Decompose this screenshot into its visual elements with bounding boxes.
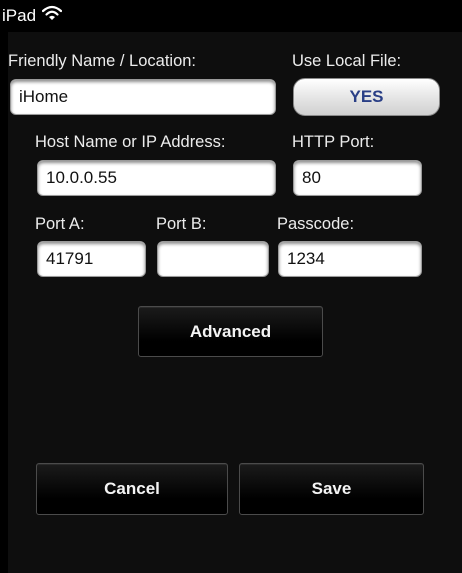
status-bar: iPad <box>0 0 462 32</box>
port-b-label: Port B: <box>156 215 207 233</box>
port-b-field[interactable] <box>157 241 269 277</box>
device-name: iPad <box>2 6 37 25</box>
use-local-file-label: Use Local File: <box>292 52 402 70</box>
cancel-button[interactable]: Cancel <box>36 463 228 515</box>
port-a-field[interactable] <box>37 241 146 277</box>
host-label: Host Name or IP Address: <box>35 133 226 151</box>
passcode-field[interactable] <box>278 241 422 277</box>
http-port-field[interactable] <box>293 160 422 196</box>
save-button[interactable]: Save <box>239 463 424 515</box>
http-port-label: HTTP Port: <box>292 133 375 151</box>
settings-screen: iPad Friendly Name / Location: Use Local… <box>0 0 462 573</box>
host-field[interactable] <box>37 160 276 196</box>
form-panel: Friendly Name / Location: Use Local File… <box>8 32 462 573</box>
advanced-button[interactable]: Advanced <box>138 306 323 357</box>
passcode-label: Passcode: <box>277 215 355 233</box>
friendly-name-label: Friendly Name / Location: <box>8 52 197 70</box>
friendly-name-field[interactable] <box>10 79 276 115</box>
use-local-file-toggle[interactable]: YES <box>293 78 440 116</box>
port-a-label: Port A: <box>35 215 85 233</box>
wifi-icon <box>42 5 62 20</box>
